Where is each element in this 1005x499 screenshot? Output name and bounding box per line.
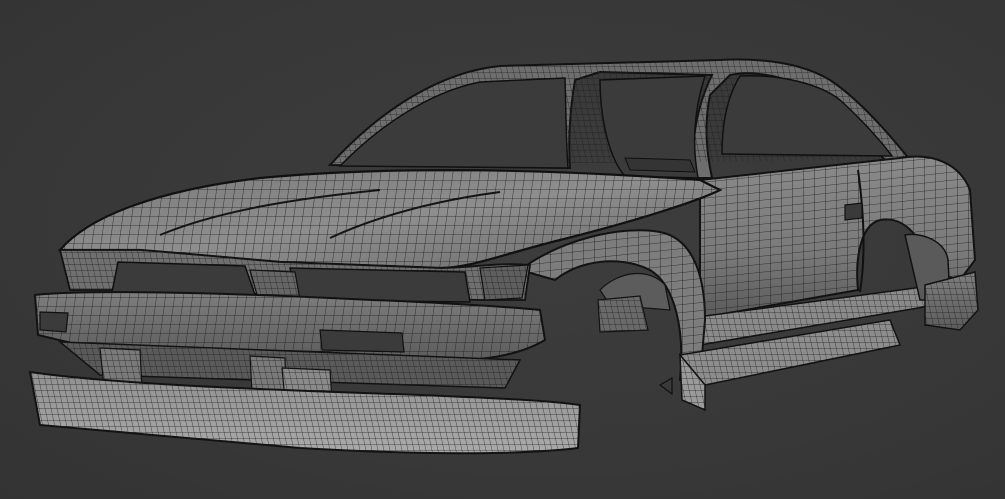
car-render	[28, 58, 979, 455]
front-fender	[517, 229, 707, 381]
render-viewport	[0, 0, 1005, 499]
